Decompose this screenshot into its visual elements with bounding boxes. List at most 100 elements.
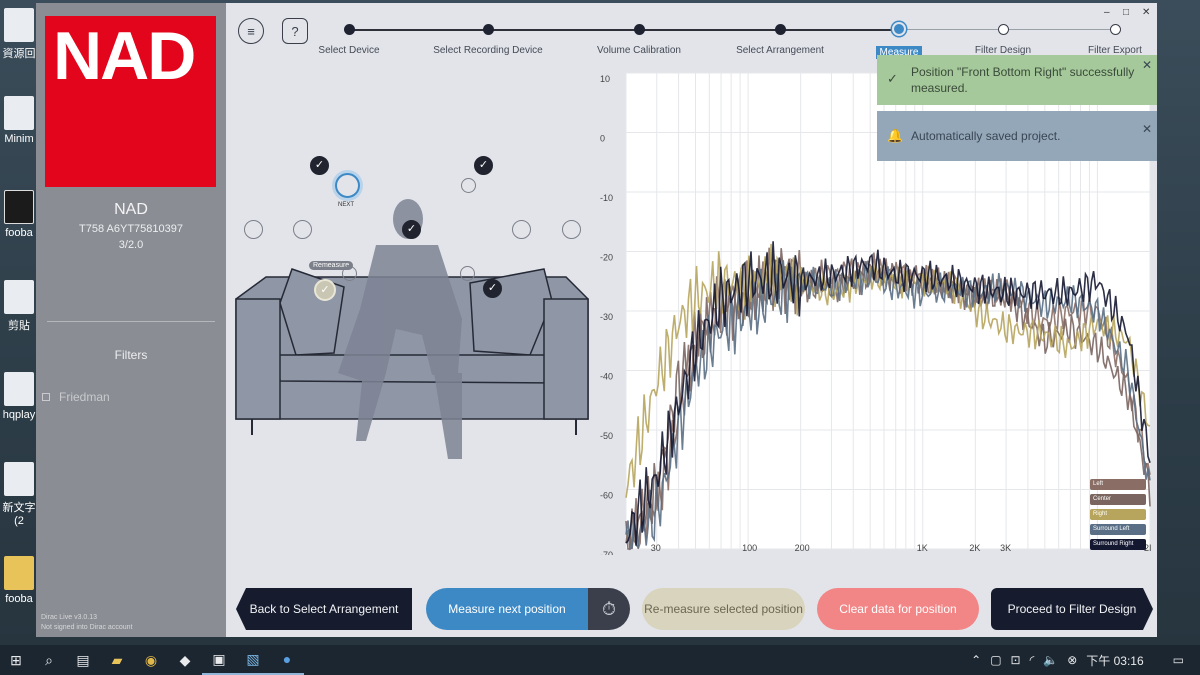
chrome-icon: ◉ — [144, 651, 158, 668]
position-marker-measured[interactable]: ✓ — [474, 156, 493, 175]
taskbar-foobar[interactable]: ◆ — [168, 645, 202, 675]
meeting-icon[interactable]: ▢ — [990, 653, 1001, 667]
position-marker-measured[interactable]: ✓ — [402, 220, 421, 239]
legend-surround-left[interactable]: Surround Left — [1090, 524, 1146, 535]
step-label: Select Recording Device — [433, 45, 543, 56]
taskbar-dirac[interactable]: ● — [270, 645, 304, 675]
success-notification: ✓ Position "Front Bottom Right" successf… — [877, 55, 1157, 105]
y-tick-label: -20 — [600, 253, 613, 263]
folder-icon: ▰ — [111, 651, 123, 668]
y-tick-label: -40 — [600, 372, 613, 382]
taskbar: ⊞ ⌕ ▤ ▰ ◉ ◆ ▣ ▧ ● ⌃ ▢ ⊡ ◜ 🔈 ⊗ 下午 03:16 ▭ — [0, 645, 1200, 675]
step-filter-export[interactable]: Filter Export — [1045, 17, 1157, 56]
chevron-up-icon[interactable]: ⌃ — [971, 653, 981, 667]
windows-logo-icon: ⊞ — [10, 651, 22, 668]
position-marker-measured[interactable]: ✓ — [483, 279, 502, 298]
desktop-icon-foobar-2[interactable]: fooba — [0, 556, 38, 605]
dismiss-info-button[interactable]: ✕ — [1142, 113, 1152, 145]
taskbar-chrome[interactable]: ◉ — [134, 645, 168, 675]
step-dot — [482, 24, 494, 35]
clear-data-button[interactable]: Clear data for position — [817, 588, 979, 630]
account-status: Not signed into Dirac account — [41, 624, 133, 631]
timer-button[interactable]: ⏱ — [588, 588, 630, 630]
filter-item-friedman[interactable]: Friedman — [42, 390, 110, 404]
step-dot — [343, 24, 355, 35]
position-marker-empty[interactable] — [461, 178, 476, 193]
position-marker-empty[interactable] — [562, 220, 581, 239]
image-icon: ▧ — [246, 650, 260, 667]
legend-left[interactable]: Left — [1090, 479, 1146, 490]
desktop-icon-hqplayer[interactable]: hqplay — [0, 372, 38, 421]
main-panel: ≡ ? – □ ✕ Select Device Select Recording… — [226, 3, 1157, 637]
x-tick-label: 200 — [795, 543, 810, 553]
device-version: 3/2.0 — [118, 239, 144, 251]
sidebar: NAD NAD T758 A6YT75810397 3/2.0 Filters … — [36, 3, 226, 637]
chart-legend: Left Center Right Surround Left Surround… — [1090, 479, 1146, 554]
search-button[interactable]: ⌕ — [32, 645, 66, 675]
x-tick-label: 30 — [651, 543, 661, 553]
step-select-recording-device[interactable]: Select Recording Device — [418, 17, 558, 56]
desktop-icon-foobar[interactable]: fooba — [0, 190, 38, 239]
position-marker-empty[interactable] — [460, 266, 475, 281]
taskbar-app-3[interactable]: ▣ — [202, 645, 236, 675]
desktop-icon-minim[interactable]: Minim — [0, 96, 38, 145]
clock[interactable]: 下午 03:16 — [1086, 652, 1143, 669]
remeasure-button[interactable]: Re-measure selected position — [642, 588, 805, 630]
sidebar-footer: Dirac Live v3.0.13 Not signed into Dirac… — [41, 613, 132, 633]
document-icon — [4, 372, 34, 406]
foobar-icon: ◆ — [179, 651, 191, 668]
app-icon: ▣ — [212, 650, 226, 667]
taskbar-photos[interactable]: ▧ — [236, 645, 270, 675]
desktop-icon-label: fooba — [5, 593, 33, 605]
menu-button[interactable]: ≡ — [238, 18, 264, 44]
music-file-icon — [4, 96, 34, 130]
desktop-icon-label: 剪貼 — [8, 320, 30, 332]
info-text: Automatically saved project. — [911, 129, 1061, 143]
position-marker-measured[interactable]: ✓ — [310, 156, 329, 175]
position-marker-empty[interactable] — [293, 220, 312, 239]
taskbar-explorer[interactable]: ▰ — [100, 645, 134, 675]
back-button[interactable]: Back to Select Arrangement — [236, 588, 412, 630]
position-marker-empty[interactable] — [244, 220, 263, 239]
close-circle-icon[interactable]: ⊗ — [1067, 653, 1077, 667]
desktop-icon-new-text[interactable]: 新文字 (2 — [0, 462, 38, 527]
checkbox-icon[interactable] — [42, 393, 50, 401]
bell-icon: 🔔 — [887, 128, 904, 143]
filter-item-label: Friedman — [59, 390, 110, 404]
start-button[interactable]: ⊞ — [0, 645, 32, 675]
legend-center[interactable]: Center — [1090, 494, 1146, 505]
step-volume-calibration[interactable]: Volume Calibration — [569, 17, 709, 56]
wifi-icon[interactable]: ◜ — [1030, 653, 1035, 667]
y-tick-label: -50 — [600, 431, 613, 441]
dirac-icon: ● — [282, 651, 292, 667]
desktop-icon-clipboard[interactable]: 剪貼 — [0, 280, 38, 333]
position-marker-selected[interactable]: ✓ — [314, 279, 336, 301]
stopwatch-icon: ⏱ — [601, 598, 617, 619]
legend-right[interactable]: Right — [1090, 509, 1146, 520]
desktop-icon-label: hqplay — [2, 409, 36, 421]
notification-center-icon[interactable]: ▭ — [1173, 653, 1184, 667]
volume-icon[interactable]: 🔈 — [1043, 653, 1058, 667]
desktop-icon-label: fooba — [5, 227, 33, 239]
foobar-icon — [4, 190, 34, 224]
legend-surround-right[interactable]: Surround Right — [1090, 539, 1146, 550]
position-marker-next[interactable] — [335, 173, 360, 198]
step-select-device[interactable]: Select Device — [279, 17, 419, 56]
y-tick-label: -10 — [600, 193, 613, 203]
device-serial: T758 A6YT75810397 — [79, 223, 183, 235]
next-position-label: NEXT — [338, 202, 355, 208]
step-label: Volume Calibration — [597, 45, 681, 56]
position-marker-empty[interactable] — [342, 266, 357, 281]
app-version: Dirac Live v3.0.13 — [41, 614, 98, 621]
task-view-button[interactable]: ▤ — [66, 645, 100, 675]
desktop-icon-recycle-bin[interactable]: 資源回 — [0, 8, 38, 61]
position-marker-empty[interactable] — [512, 220, 531, 239]
network-icon[interactable]: ⊡ — [1011, 653, 1021, 667]
measure-next-button[interactable]: Measure next position — [426, 588, 588, 630]
proceed-button[interactable]: Proceed to Filter Design — [991, 588, 1153, 630]
menu-icon: ≡ — [247, 23, 255, 39]
success-text: Position "Front Bottom Right" successful… — [911, 65, 1135, 95]
dismiss-success-button[interactable]: ✕ — [1142, 57, 1152, 73]
search-icon: ⌕ — [45, 651, 53, 668]
desktop-icon-label: 資源回 — [2, 48, 36, 60]
